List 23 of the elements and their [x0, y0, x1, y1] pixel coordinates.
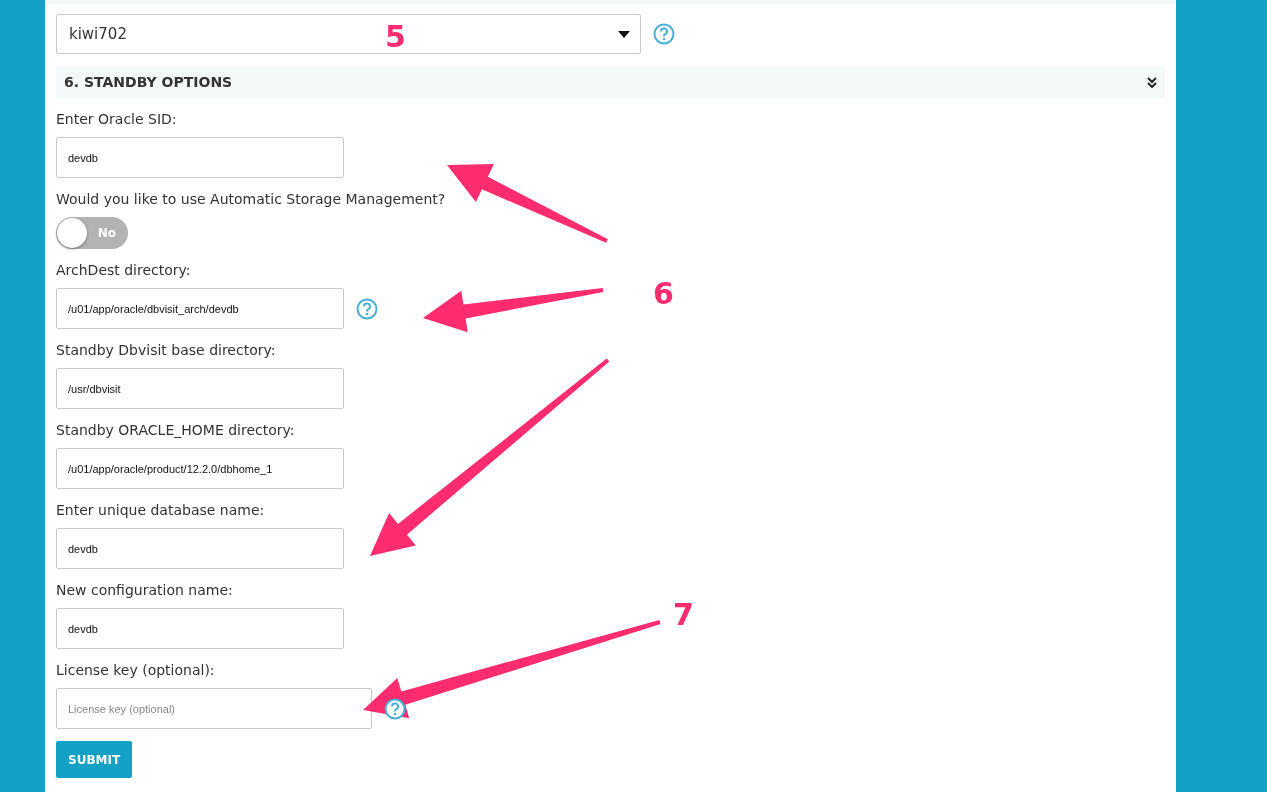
help-icon[interactable] — [356, 297, 378, 320]
callout-number: 5 — [385, 19, 406, 54]
text-input[interactable]: /u01/app/oracle/product/12.2.0/dbhome_1 — [56, 448, 344, 489]
text-input[interactable]: /usr/dbvisit — [56, 368, 344, 409]
chevron-icon — [1147, 76, 1157, 88]
caret-icon — [618, 30, 630, 38]
text-input[interactable]: License key (optional) — [56, 688, 372, 729]
text-input[interactable]: devdb — [56, 608, 344, 649]
text-input[interactable]: devdb — [56, 137, 344, 178]
field-label: Would you like to use Automatic Storage Management? — [56, 190, 447, 208]
field-label: ArchDest directory: — [56, 261, 192, 279]
field-label: License key (optional): — [56, 661, 216, 679]
field-label: Standby ORACLE_HOME directory: — [56, 421, 296, 439]
field-label: Enter Oracle SID: — [56, 110, 178, 128]
text-input[interactable]: devdb — [56, 528, 344, 569]
field-label: New configuration name: — [56, 581, 234, 599]
callout-number: 7 — [673, 597, 694, 632]
text-input[interactable]: /u01/app/oracle/dbvisit_arch/devdb — [56, 288, 344, 329]
section-header[interactable]: 6. STANDBY OPTIONS — [56, 66, 1165, 98]
field-label: Enter unique database name: — [56, 501, 266, 519]
callout-number: 6 — [653, 276, 674, 311]
field-label: Standby Dbvisit base directory: — [56, 341, 277, 359]
help-icon[interactable] — [653, 23, 675, 45]
